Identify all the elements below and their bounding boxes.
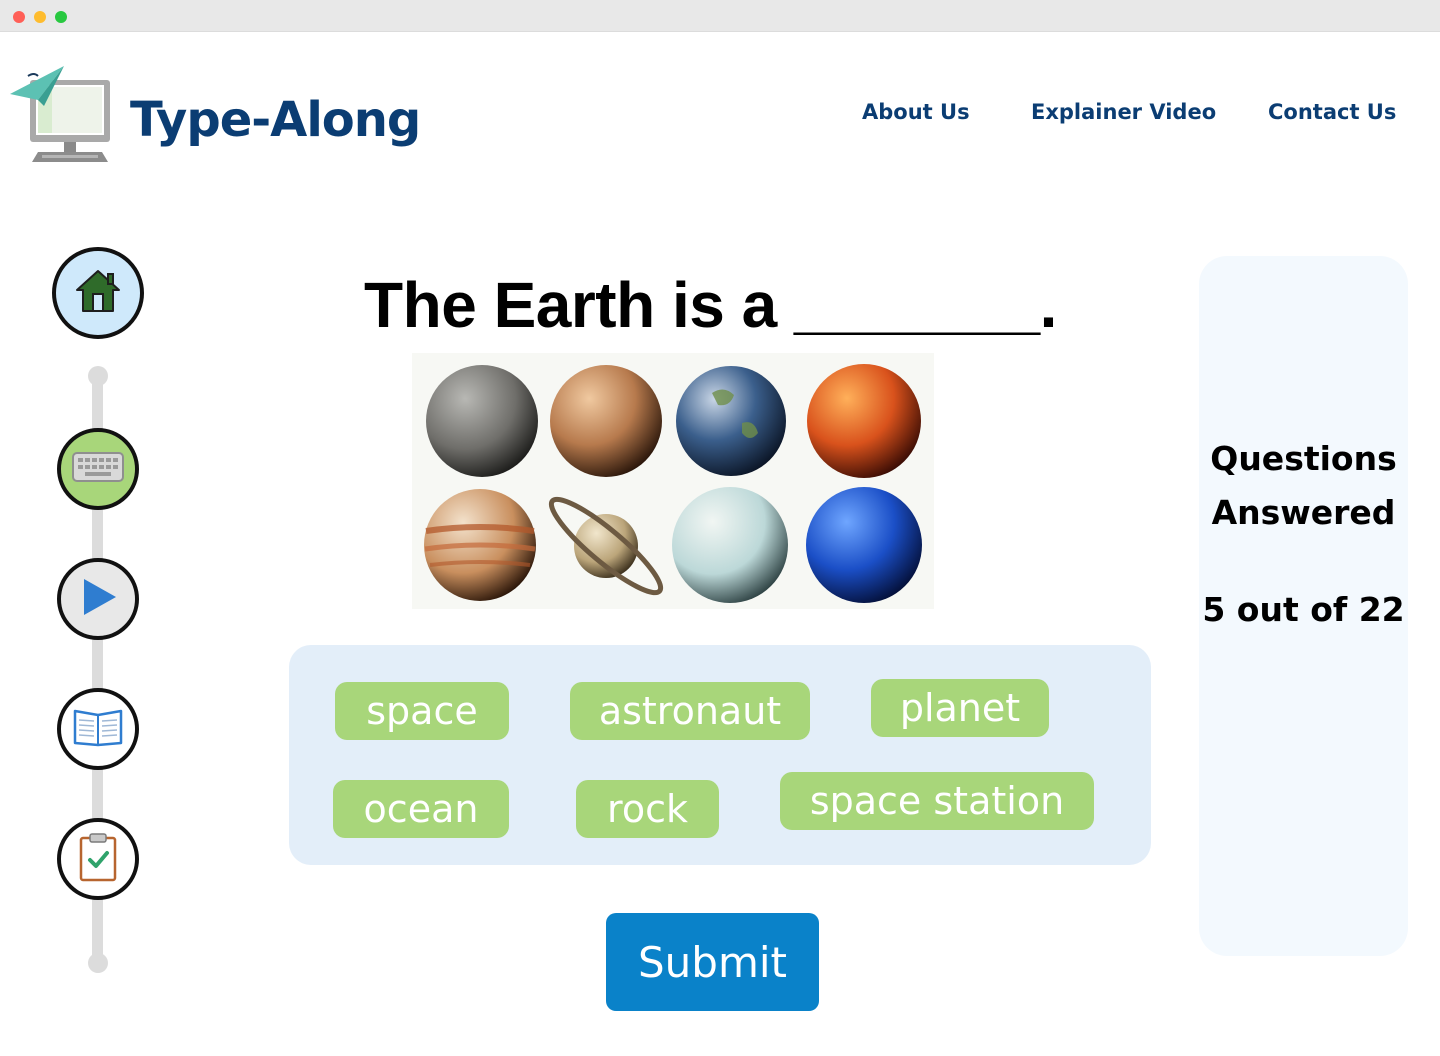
word-chip-planet[interactable]: planet bbox=[871, 679, 1049, 737]
step-quiz-button[interactable] bbox=[57, 818, 139, 900]
word-chip-ocean[interactable]: ocean bbox=[333, 780, 509, 838]
step-video-button[interactable] bbox=[57, 558, 139, 640]
rail-end-knob bbox=[88, 953, 108, 973]
question-text: The Earth is a _______. bbox=[364, 269, 1057, 341]
maximize-window-button[interactable] bbox=[55, 11, 67, 23]
browser-titlebar bbox=[0, 0, 1440, 32]
step-reading-button[interactable] bbox=[57, 688, 139, 770]
questions-answered-count: 5 out of 22 bbox=[1202, 590, 1405, 629]
saturn-planet bbox=[548, 496, 664, 596]
brand-name[interactable]: Type-Along bbox=[130, 92, 421, 148]
keyboard-icon bbox=[72, 451, 124, 487]
home-icon bbox=[74, 268, 122, 319]
step-home-button[interactable] bbox=[52, 247, 144, 339]
minimize-window-button[interactable] bbox=[34, 11, 46, 23]
earth-planet bbox=[676, 366, 786, 476]
questions-answered-line2: Answered bbox=[1211, 493, 1396, 532]
nav-explainer-video[interactable]: Explainer Video bbox=[1031, 100, 1216, 124]
clipboard-check-icon bbox=[78, 832, 118, 887]
logo-computer-icon[interactable] bbox=[8, 60, 116, 166]
word-chip-space[interactable]: space bbox=[335, 682, 509, 740]
questions-answered-line1: Questions bbox=[1210, 439, 1397, 478]
planets-image bbox=[412, 353, 934, 609]
submit-button[interactable]: Submit bbox=[606, 913, 819, 1011]
word-chip-rock[interactable]: rock bbox=[576, 780, 719, 838]
word-chip-space-station[interactable]: space station bbox=[780, 772, 1094, 830]
jupiter-planet bbox=[424, 489, 536, 601]
book-icon bbox=[73, 707, 123, 752]
questions-answered-heading: Questions Answered bbox=[1199, 432, 1408, 540]
rail-start-knob bbox=[88, 366, 108, 386]
mercury-planet bbox=[426, 365, 538, 477]
nav-about-us[interactable]: About Us bbox=[862, 100, 970, 124]
mars-planet bbox=[807, 364, 921, 478]
close-window-button[interactable] bbox=[13, 11, 25, 23]
play-icon bbox=[78, 577, 118, 622]
uranus-planet bbox=[672, 487, 788, 603]
step-typing-button[interactable] bbox=[57, 428, 139, 510]
nav-contact-us[interactable]: Contact Us bbox=[1268, 100, 1396, 124]
venus-planet bbox=[550, 365, 662, 477]
neptune-planet bbox=[806, 487, 922, 603]
word-chip-astronaut[interactable]: astronaut bbox=[570, 682, 810, 740]
